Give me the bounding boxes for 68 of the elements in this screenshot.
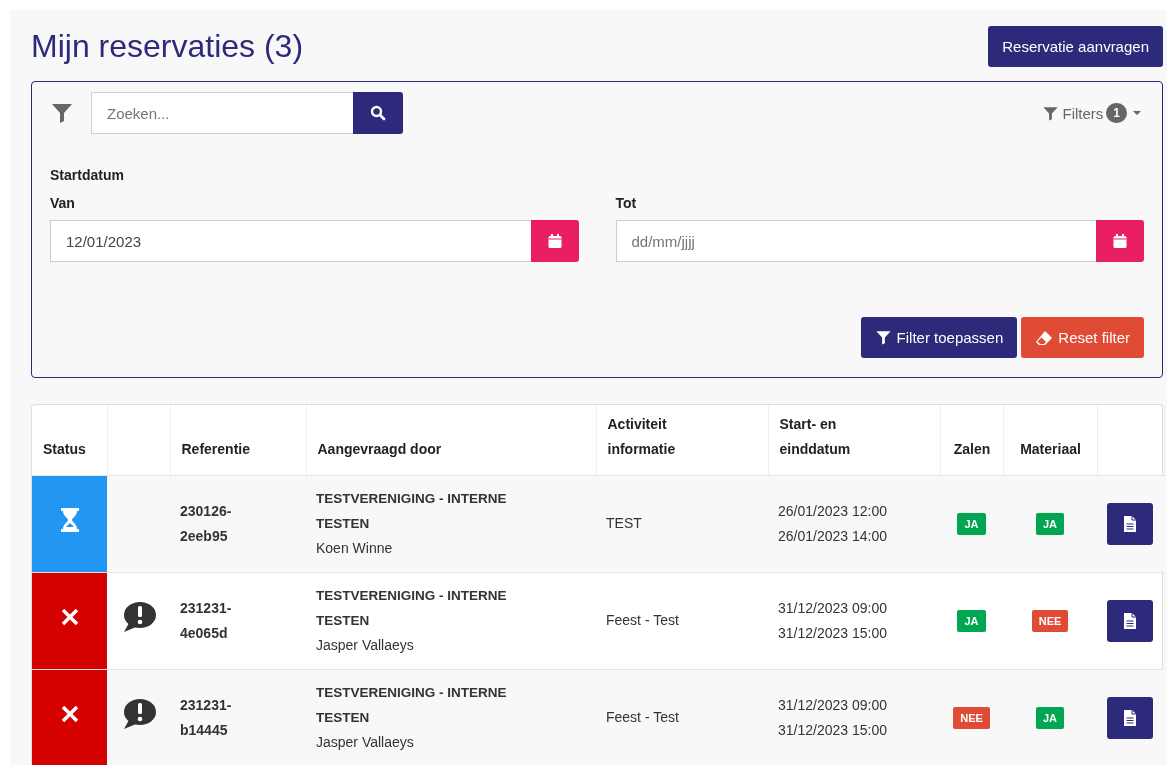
organisation-name: TESTVERENIGING - INTERNE TESTEN xyxy=(316,684,508,727)
document-button[interactable] xyxy=(1107,599,1153,642)
end-date: 26/01/2023 14:00 xyxy=(778,526,888,546)
end-date: 31/12/2023 15:00 xyxy=(778,720,888,740)
apply-filter-button[interactable]: Filter toepassen xyxy=(860,317,1018,358)
reference-text: 230126- xyxy=(180,501,233,521)
reset-filter-button[interactable]: Reset filter xyxy=(1021,317,1144,358)
status-badge: JA xyxy=(957,610,986,632)
status-badge: JA xyxy=(957,513,986,535)
close-icon xyxy=(59,606,80,627)
document-button[interactable] xyxy=(1107,502,1153,545)
filters-label: Filters xyxy=(1062,104,1104,122)
reference-text: 231231- xyxy=(180,695,233,715)
search-button[interactable] xyxy=(353,92,403,134)
request-reservation-button[interactable]: Reservatie aanvragen xyxy=(988,26,1163,67)
column-header: informatie xyxy=(607,439,677,459)
status-badge: NEE xyxy=(953,707,990,729)
date-field[interactable]: dd/mm/jjjj xyxy=(615,220,1096,262)
column-header: Zalen xyxy=(952,439,992,459)
search-field[interactable]: Zoeken... xyxy=(91,92,353,134)
person-name: Koen Winne xyxy=(316,539,394,558)
reference-text: b14445 xyxy=(180,720,229,740)
hourglass-icon xyxy=(58,506,81,533)
activity-text: Feest - Test xyxy=(606,612,679,628)
eraser-icon xyxy=(1035,329,1054,346)
start-date: 26/01/2023 12:00 xyxy=(778,501,888,521)
status-badge: NEE xyxy=(1031,610,1069,632)
column-header: Materiaal xyxy=(1019,439,1082,459)
activity-text: TEST xyxy=(606,515,642,531)
document-button[interactable] xyxy=(1107,696,1153,739)
column-header: Start- en xyxy=(779,414,838,434)
reference-text: 231231- xyxy=(180,598,233,618)
start-date: 31/12/2023 09:00 xyxy=(778,695,888,715)
field-label: Van xyxy=(50,195,76,211)
filter-count-badge: 1 xyxy=(1106,103,1127,123)
document-icon xyxy=(1123,514,1137,533)
section-label: Startdatum xyxy=(50,167,125,183)
calendar-button[interactable] xyxy=(1096,220,1144,262)
status-badge: JA xyxy=(1035,513,1065,535)
end-date: 31/12/2023 15:00 xyxy=(778,623,888,643)
activity-text: Feest - Test xyxy=(606,709,679,725)
organisation-name: TESTVERENIGING - INTERNE TESTEN xyxy=(316,587,508,630)
person-name: Jasper Vallaeys xyxy=(316,636,415,655)
close-icon xyxy=(59,703,80,724)
search-icon xyxy=(370,105,386,121)
calendar-icon xyxy=(1112,233,1128,249)
filter-icon xyxy=(50,101,74,125)
status-badge: JA xyxy=(1035,707,1065,729)
start-date: 31/12/2023 09:00 xyxy=(778,598,888,618)
column-header: Activiteit xyxy=(607,414,668,434)
filter-icon xyxy=(1042,104,1060,122)
person-name: Jasper Vallaeys xyxy=(316,733,415,752)
organisation-name: TESTVERENIGING - INTERNE TESTEN xyxy=(316,490,508,533)
date-field[interactable]: 12/01/2023 xyxy=(50,220,531,262)
column-header: Status xyxy=(43,439,87,459)
column-header: Referentie xyxy=(181,439,251,459)
calendar-icon xyxy=(546,233,563,249)
filters-dropdown[interactable]: Filters 1 xyxy=(1042,103,1144,123)
column-header: Aangevraagd door xyxy=(317,439,443,459)
field-label: Tot xyxy=(615,195,638,211)
reference-text: 4e065d xyxy=(180,623,229,643)
page-title: Mijn reservaties (3) xyxy=(31,28,304,65)
reference-text: 2eeb95 xyxy=(180,526,229,546)
filter-icon xyxy=(874,329,892,346)
document-icon xyxy=(1123,611,1137,630)
column-header: einddatum xyxy=(779,439,852,459)
document-icon xyxy=(1123,708,1137,727)
calendar-button[interactable] xyxy=(530,220,579,262)
